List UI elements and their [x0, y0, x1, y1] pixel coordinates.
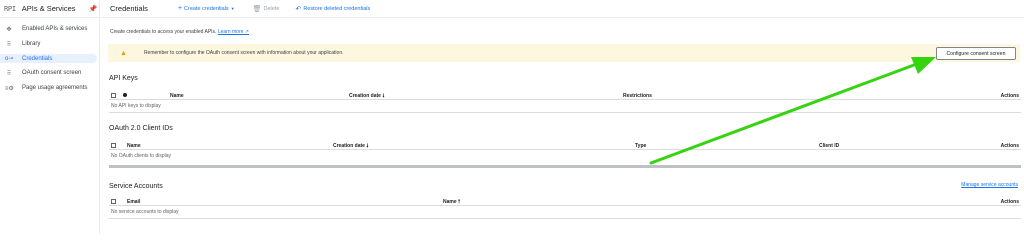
divider — [109, 218, 1021, 219]
column-name[interactable]: Name 🠕 — [443, 199, 460, 207]
select-all-checkbox[interactable] — [111, 93, 116, 98]
column-name[interactable]: Name — [170, 93, 184, 99]
column-label: Creation date — [333, 143, 365, 149]
sidebar-item-label: Credentials — [22, 55, 53, 62]
column-restrictions[interactable]: Restrictions — [623, 93, 652, 99]
sort-down-icon: 🠗 — [382, 93, 385, 99]
horizontal-scrollbar[interactable] — [109, 165, 1021, 168]
oauth-table-header: Name Creation date 🠗 Type Client ID Acti… — [109, 141, 1021, 150]
plus-icon: + — [177, 5, 183, 12]
sidebar-item-label: Enabled APIs & services — [22, 26, 88, 32]
select-all-checkbox[interactable] — [111, 143, 116, 148]
library-icon: ⠿ — [6, 41, 12, 48]
sidebar-item-label: Page usage agreements — [22, 85, 88, 91]
manage-service-accounts-link[interactable]: Manage service accounts — [961, 182, 1018, 188]
warning-icon: ▲ — [120, 49, 127, 57]
create-credentials-label: Create credentials — [184, 5, 229, 12]
column-label: Name — [443, 199, 457, 205]
column-actions: Actions — [1000, 199, 1019, 205]
consent-warning-banner: ▲ Remember to configure the OAuth consen… — [108, 44, 1020, 62]
service-accounts-title: Service Accounts — [109, 183, 163, 190]
intro-text: Create credentials to access your enable… — [110, 29, 249, 35]
sort-up-icon: 🠕 — [458, 199, 461, 205]
intro-message: Create credentials to access your enable… — [110, 29, 217, 35]
column-client-id[interactable]: Client ID — [819, 143, 839, 149]
configure-consent-screen-button[interactable]: Configure consent screen — [936, 47, 1016, 60]
select-all-checkbox[interactable] — [111, 199, 116, 204]
consent-icon: ⠿ — [6, 70, 12, 77]
top-toolbar: Credentials + Create credentials ▼ 🗑 Del… — [101, 0, 1024, 18]
learn-more-link[interactable]: Learn more ↗ — [218, 29, 249, 35]
delete-label: Delete — [263, 5, 280, 12]
sidebar-item-page-usage[interactable]: ≡⚙ Page usage agreements — [0, 83, 99, 93]
sidebar-item-enabled-apis[interactable]: ✥ Enabled APIs & services — [0, 24, 99, 34]
api-logo: RPI — [4, 4, 16, 13]
sidebar-item-label: OAuth consent screen — [22, 70, 82, 76]
dropdown-arrow-icon: ▼ — [230, 6, 235, 11]
service-accounts-empty-message: No service accounts to display — [111, 209, 179, 215]
status-dot-icon — [123, 93, 127, 97]
oauth-title: OAuth 2.0 Client IDs — [109, 125, 173, 132]
column-actions: Actions — [1000, 143, 1019, 149]
column-label: Creation date — [349, 93, 381, 99]
api-keys-title: API Keys — [109, 75, 138, 82]
sidebar-item-library[interactable]: ⠿ Library — [0, 39, 99, 49]
page-title: Credentials — [110, 4, 148, 13]
enabled-apis-icon: ✥ — [6, 26, 12, 33]
restore-label: Restore deleted credentials — [303, 5, 371, 12]
service-accounts-table-header: Email Name 🠕 Actions — [109, 197, 1021, 206]
trash-icon: 🗑 — [252, 5, 262, 13]
pin-icon[interactable]: 📌 — [89, 5, 98, 13]
left-sidebar: RPI APIs & Services 📌 ✥ Enabled APIs & s… — [0, 0, 100, 234]
banner-message: Remember to configure the OAuth consent … — [143, 50, 344, 56]
divider — [109, 112, 1021, 113]
column-creation-date[interactable]: Creation date 🠗 — [333, 143, 369, 151]
oauth-empty-message: No OAuth clients to display — [111, 153, 172, 159]
create-credentials-button[interactable]: + Create credentials ▼ — [178, 5, 237, 12]
column-name[interactable]: Name — [127, 143, 141, 149]
column-email[interactable]: Email — [127, 199, 140, 205]
column-type[interactable]: Type — [635, 143, 646, 149]
settings-list-icon: ≡⚙ — [5, 85, 14, 92]
sidebar-nav: ✥ Enabled APIs & services ⠿ Library o⊸ C… — [0, 24, 99, 93]
sidebar-item-credentials[interactable]: o⊸ Credentials — [0, 54, 97, 63]
sidebar-item-label: Library — [22, 41, 41, 47]
api-keys-empty-message: No API keys to display — [111, 103, 161, 109]
sort-down-icon: 🠗 — [366, 143, 369, 149]
restore-deleted-button[interactable]: ↶ Restore deleted credentials — [295, 5, 370, 13]
column-creation-date[interactable]: Creation date 🠗 — [349, 93, 385, 101]
key-icon: o⊸ — [5, 56, 14, 62]
sidebar-title: APIs & Services — [21, 4, 76, 13]
column-actions: Actions — [1000, 93, 1019, 99]
api-keys-table-header: Name Creation date 🠗 Restrictions Action… — [109, 91, 1021, 100]
sidebar-header: RPI APIs & Services 📌 — [0, 0, 99, 18]
delete-button[interactable]: 🗑 Delete — [253, 5, 280, 13]
undo-icon: ↶ — [295, 5, 302, 13]
sidebar-item-oauth-consent[interactable]: ⠿ OAuth consent screen — [0, 68, 99, 78]
